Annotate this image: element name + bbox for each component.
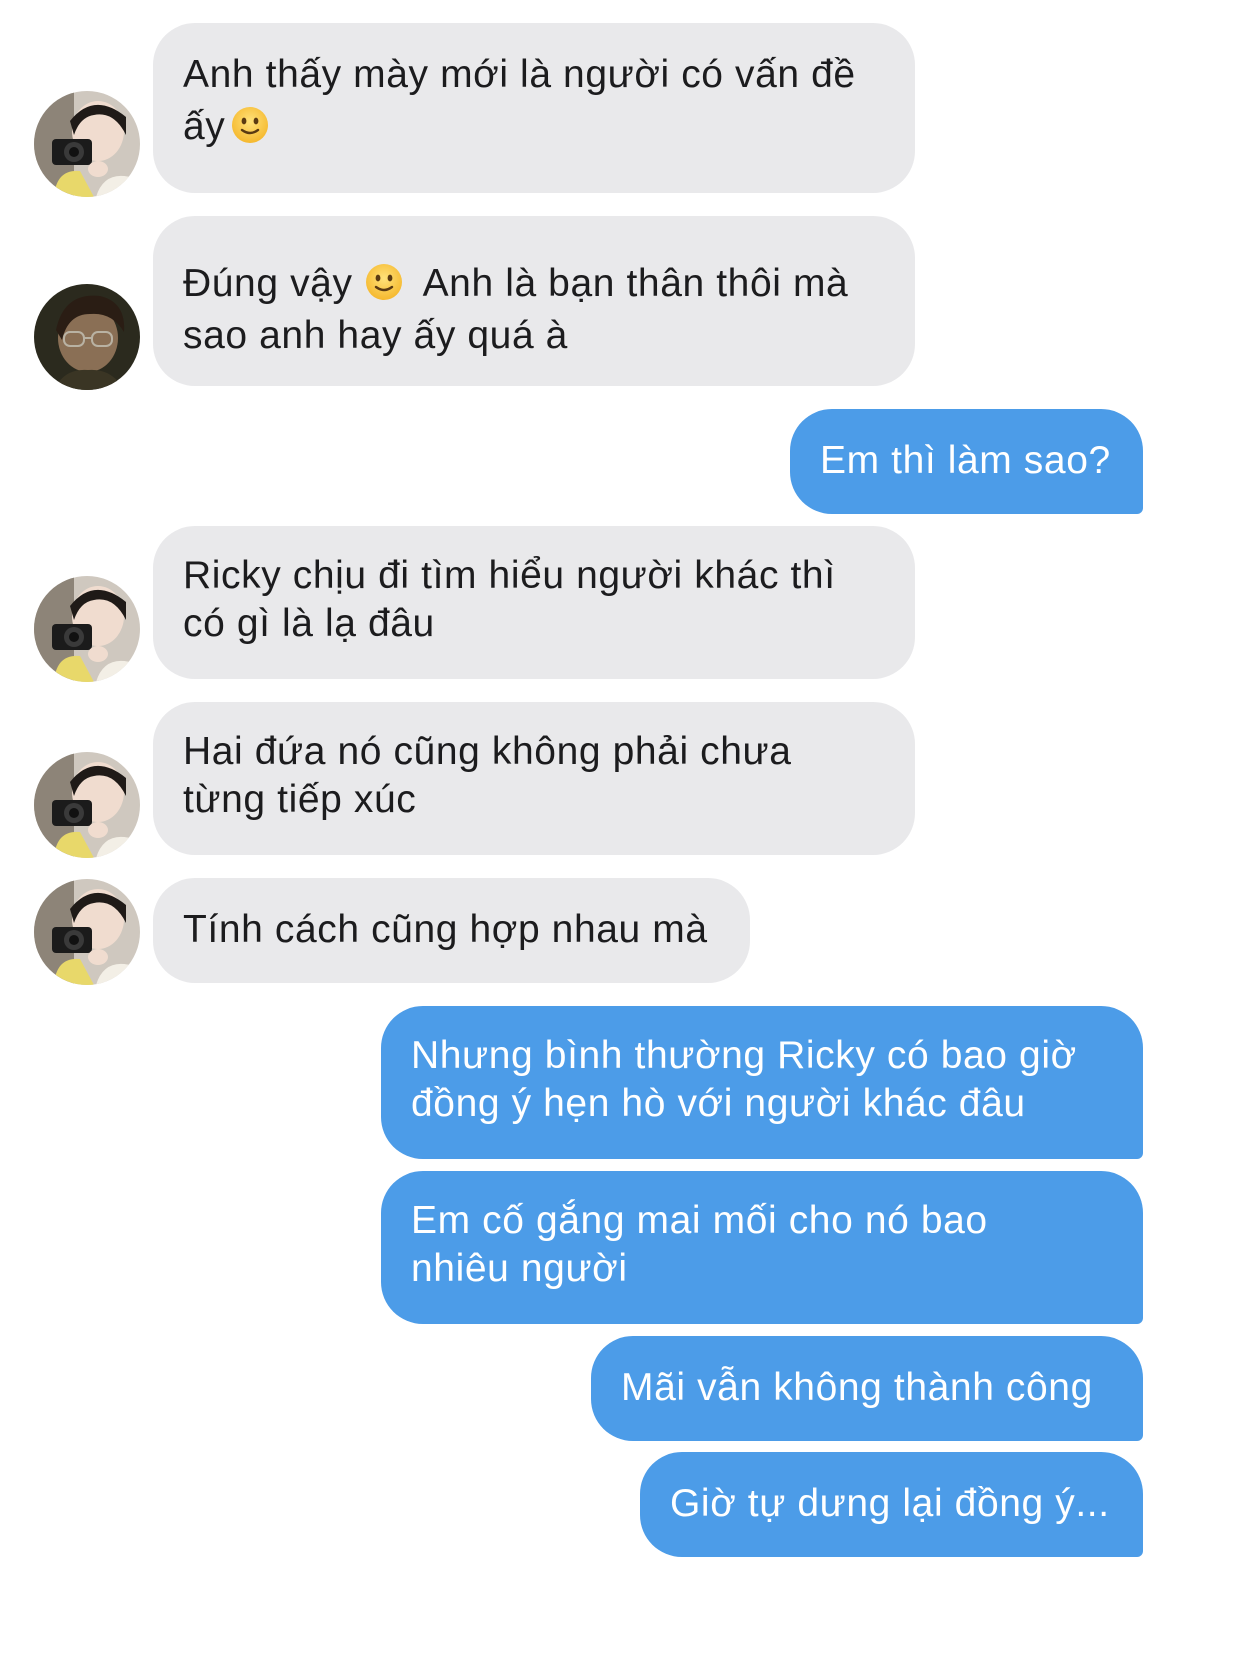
message-text-line: Mãi vẫn không thành công <box>621 1366 1093 1409</box>
contact-avatar[interactable] <box>34 879 140 985</box>
message-bubble-incoming[interactable]: Đúng vậy Anh là bạn thân thôi mà sao anh … <box>153 216 915 386</box>
message-text-line: Anh thấy mày mới là người có vấn đề <box>183 53 856 96</box>
message-bubble-outgoing[interactable]: Em cố gắng mai mối cho nó bao nhiêu ngườ… <box>381 1171 1143 1324</box>
message-text-segment: Anh là bạn thân thôi mà <box>422 262 849 305</box>
message-text-line: Giờ tự dưng lại đồng ý... <box>670 1482 1110 1525</box>
contact-avatar[interactable] <box>34 752 140 858</box>
message-text-line: sao anh hay ấy quá à <box>183 314 568 357</box>
message-text-line: Ricky chịu đi tìm hiểu người khác thì <box>183 554 836 597</box>
message-bubble-outgoing[interactable]: Mãi vẫn không thành công <box>591 1336 1143 1441</box>
message-bubble-incoming[interactable]: Ricky chịu đi tìm hiểu người khác thì có… <box>153 526 915 679</box>
message-text-line: từng tiếp xúc <box>183 778 417 821</box>
message-text-segment: Đúng vậy <box>183 262 353 305</box>
slightly-smiling-face-icon <box>365 263 403 301</box>
avatar-glasses-icon <box>34 284 140 390</box>
contact-avatar[interactable] <box>34 576 140 682</box>
message-text-line: nhiêu người <box>411 1247 628 1290</box>
avatar-camera-icon <box>34 576 140 682</box>
message-bubble-outgoing[interactable]: Nhưng bình thường Ricky có bao giờ đồng … <box>381 1006 1143 1159</box>
message-text-line: ấy <box>183 105 226 148</box>
slightly-smiling-face-icon <box>231 106 269 144</box>
avatar-camera-icon <box>34 91 140 197</box>
contact-avatar[interactable] <box>34 284 140 390</box>
message-bubble-incoming[interactable]: Hai đứa nó cũng không phải chưa từng tiế… <box>153 702 915 855</box>
message-text-line: Hai đứa nó cũng không phải chưa <box>183 730 792 773</box>
avatar-camera-icon <box>34 752 140 858</box>
message-bubble-outgoing[interactable]: Giờ tự dưng lại đồng ý... <box>640 1452 1143 1557</box>
message-text-line: Em cố gắng mai mối cho nó bao <box>411 1199 988 1242</box>
message-bubble-incoming[interactable]: Anh thấy mày mới là người có vấn đề ấy <box>153 23 915 193</box>
message-text-line: đồng ý hẹn hò với người khác đâu <box>411 1082 1026 1125</box>
message-bubble-incoming[interactable]: Tính cách cũng hợp nhau mà <box>153 878 750 983</box>
message-text-line: Tính cách cũng hợp nhau mà <box>183 908 708 951</box>
message-text-line: có gì là lạ đâu <box>183 602 435 645</box>
message-text-line: Em thì làm sao? <box>820 439 1111 482</box>
message-bubble-outgoing[interactable]: Em thì làm sao? <box>790 409 1143 514</box>
message-text-line: Nhưng bình thường Ricky có bao giờ <box>411 1034 1077 1077</box>
contact-avatar[interactable] <box>34 91 140 197</box>
avatar-camera-icon <box>34 879 140 985</box>
